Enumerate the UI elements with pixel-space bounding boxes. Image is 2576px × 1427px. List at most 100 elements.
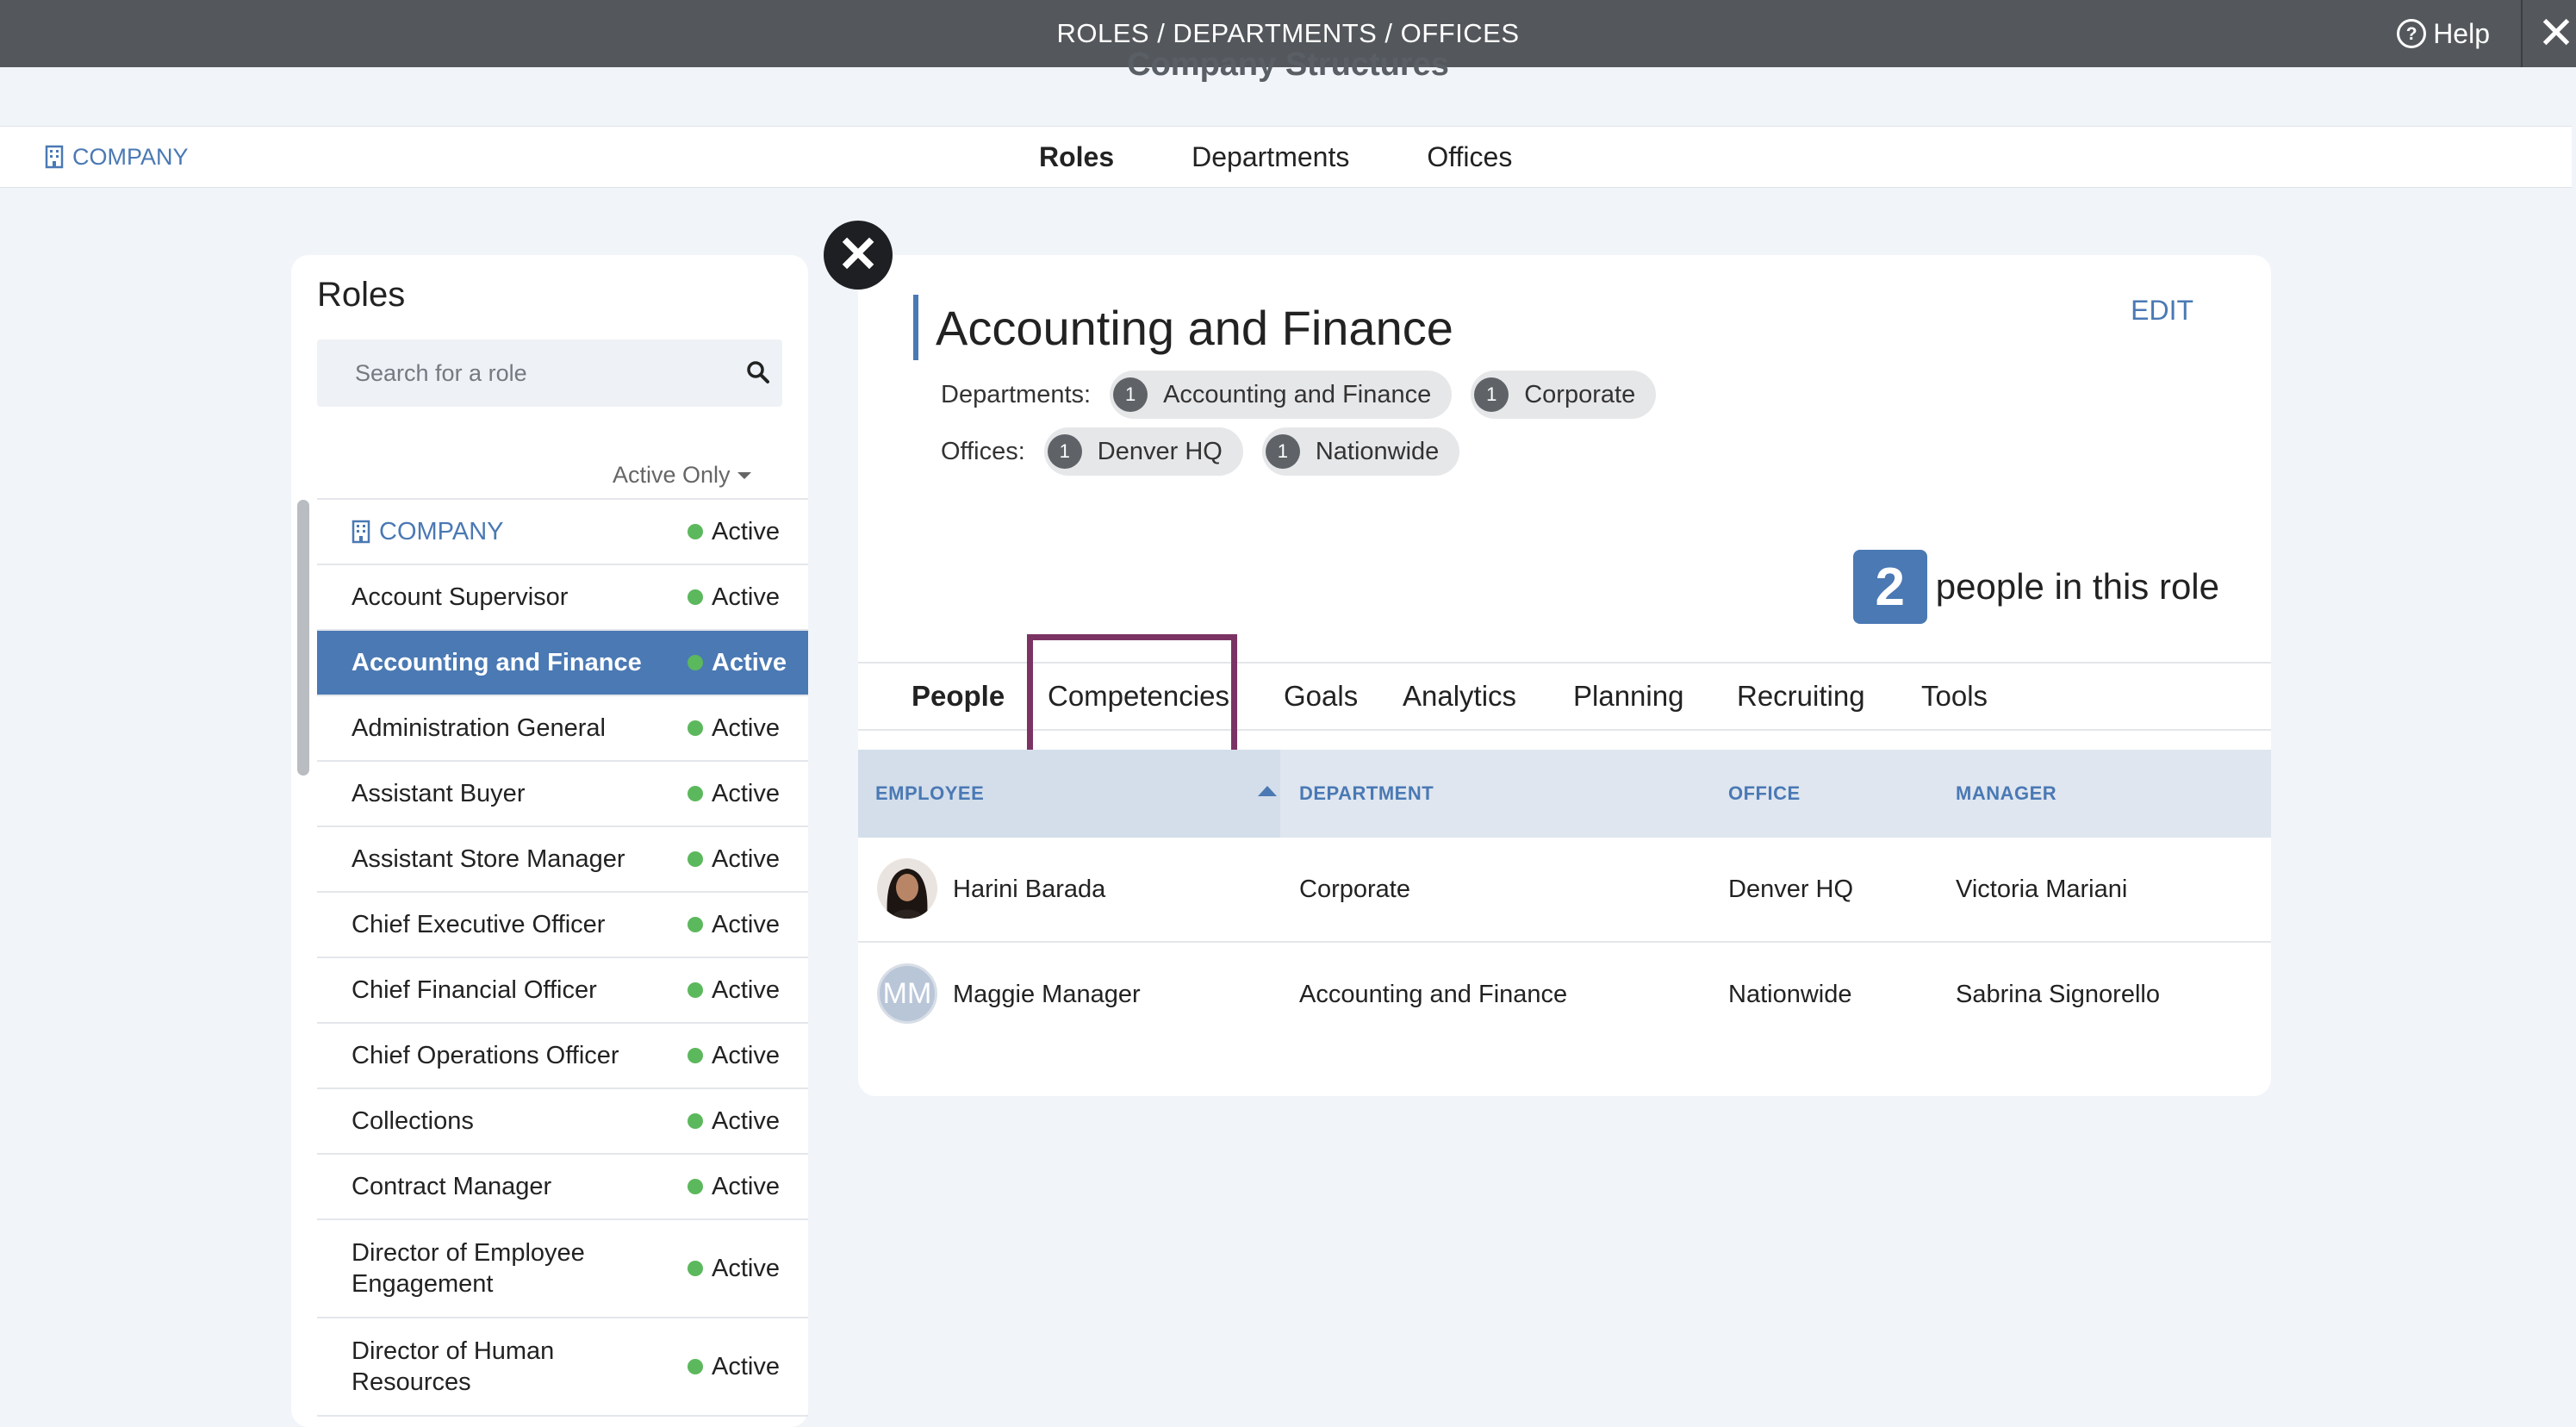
people-count-label: people in this role xyxy=(1935,566,2219,607)
pill-count: 1 xyxy=(1474,377,1509,412)
status-badge: Active xyxy=(688,714,780,743)
role-name: Account Supervisor xyxy=(352,583,569,611)
table-row[interactable]: Harini Barada Corporate Denver HQ Victor… xyxy=(858,838,2271,943)
role-detail-panel: Accounting and Finance EDIT Departments:… xyxy=(858,255,2271,1096)
column-header-manager[interactable]: MANAGER xyxy=(1956,750,2056,838)
caret-down-icon xyxy=(737,471,751,479)
column-header-office[interactable]: OFFICE xyxy=(1728,750,1801,838)
status-dot xyxy=(688,1359,703,1374)
status-dot xyxy=(688,1113,703,1129)
status-label: Active xyxy=(712,1352,780,1380)
status-dot xyxy=(688,1261,703,1276)
tab-tools[interactable]: Tools xyxy=(1921,664,1988,729)
status-label: Active xyxy=(712,910,780,938)
structure-tabs: Roles Departments Offices xyxy=(1039,127,1590,187)
role-item[interactable]: Director of Human Resources Active xyxy=(317,1318,808,1417)
role-item[interactable]: Assistant Buyer Active xyxy=(317,762,808,827)
role-name: Director of Employee Engagement xyxy=(352,1239,585,1298)
status-dot xyxy=(688,589,703,605)
building-icon xyxy=(45,145,64,169)
roles-panel-title: Roles xyxy=(317,276,406,314)
offices-label: Offices: xyxy=(941,437,1025,465)
role-item[interactable]: Account Supervisor Active xyxy=(317,565,808,631)
pill-count: 1 xyxy=(1265,434,1300,469)
edit-button[interactable]: EDIT xyxy=(2131,295,2193,327)
status-dot xyxy=(688,1048,703,1063)
status-dot xyxy=(688,720,703,736)
column-header-employee[interactable]: EMPLOYEE xyxy=(875,750,984,838)
pill-label: Denver HQ xyxy=(1097,437,1223,465)
role-search-input[interactable] xyxy=(317,340,760,407)
status-badge: Active xyxy=(688,1173,780,1201)
role-item[interactable]: Assistant Store Manager Active xyxy=(317,827,808,893)
role-item[interactable]: Contract Manager Active xyxy=(317,1155,808,1220)
role-name: Assistant Buyer xyxy=(352,780,526,807)
status-badge: Active xyxy=(688,1255,780,1283)
employee-department: Corporate xyxy=(1299,876,1410,903)
role-item-company[interactable]: COMPANY Active xyxy=(317,500,808,565)
employee-office: Denver HQ xyxy=(1728,876,1854,903)
status-dot xyxy=(688,524,703,539)
employee-name[interactable]: Harini Barada xyxy=(953,838,1105,941)
offices-row: Offices: 1 Denver HQ 1 Nationwide xyxy=(941,427,1460,476)
employee-department: Accounting and Finance xyxy=(1299,981,1568,1008)
status-label: Active xyxy=(712,975,780,1004)
tab-analytics[interactable]: Analytics xyxy=(1403,664,1516,729)
departments-label: Departments: xyxy=(941,380,1092,408)
tab-departments[interactable]: Departments xyxy=(1192,127,1349,187)
role-search xyxy=(317,340,782,407)
role-name: Chief Financial Officer xyxy=(352,976,597,1004)
status-label: Active xyxy=(712,517,780,545)
role-name: COMPANY xyxy=(352,516,662,547)
employee-manager: Sabrina Signorello xyxy=(1956,981,2160,1008)
role-item[interactable]: Collections Active xyxy=(317,1089,808,1155)
status-dot xyxy=(688,786,703,801)
role-item[interactable]: Chief Operations Officer Active xyxy=(317,1024,808,1089)
tab-goals[interactable]: Goals xyxy=(1284,664,1358,729)
tab-offices[interactable]: Offices xyxy=(1427,127,1512,187)
role-list-scrollbar[interactable] xyxy=(297,500,309,776)
role-detail-title: Accounting and Finance xyxy=(936,301,1453,355)
status-label: Active xyxy=(712,583,780,611)
status-label: Active xyxy=(712,1041,780,1069)
search-icon[interactable] xyxy=(746,360,770,384)
tab-recruiting[interactable]: Recruiting xyxy=(1737,664,1865,729)
company-link[interactable]: COMPANY xyxy=(45,127,189,187)
role-item[interactable]: Director of Employee Engagement Active xyxy=(317,1220,808,1318)
sub-navigation: COMPANY Roles Departments Offices xyxy=(0,126,2572,188)
close-detail-icon[interactable]: ✕ xyxy=(824,221,893,290)
roles-panel: Roles Active Only COMPANY Active Ac xyxy=(291,255,808,1427)
status-badge: Active xyxy=(688,1107,780,1136)
status-dot xyxy=(688,982,703,998)
active-filter-dropdown[interactable]: Active Only xyxy=(613,462,751,489)
role-item[interactable]: Chief Financial Officer Active xyxy=(317,958,808,1024)
tab-people[interactable]: People xyxy=(912,664,1005,729)
column-header-department[interactable]: DEPARTMENT xyxy=(1299,750,1434,838)
avatar-photo xyxy=(877,858,937,919)
active-filter-label: Active Only xyxy=(613,462,731,488)
status-label: Active xyxy=(712,648,787,676)
role-name: Administration General xyxy=(352,714,606,742)
department-pill[interactable]: 1 Corporate xyxy=(1471,371,1657,419)
status-label: Active xyxy=(712,844,780,873)
status-badge: Active xyxy=(688,1042,780,1070)
employee-name[interactable]: Maggie Manager xyxy=(953,943,1141,1046)
status-badge: Active xyxy=(688,1353,780,1381)
status-badge: Active xyxy=(688,976,780,1005)
detail-tabs: People Competencies Goals Analytics Plan… xyxy=(858,662,2271,731)
status-badge: Active xyxy=(688,845,780,874)
office-pill[interactable]: 1 Nationwide xyxy=(1261,427,1460,476)
role-name: Collections xyxy=(352,1107,474,1135)
department-pill[interactable]: 1 Accounting and Finance xyxy=(1110,371,1453,419)
sort-ascending-icon[interactable] xyxy=(1258,786,1277,796)
role-item[interactable]: Administration General Active xyxy=(317,696,808,762)
office-pill[interactable]: 1 Denver HQ xyxy=(1043,427,1243,476)
role-item[interactable]: Chief Executive Officer Active xyxy=(317,893,808,958)
role-item-selected[interactable]: Accounting and Finance Active xyxy=(317,631,808,696)
tab-competencies[interactable]: Competencies xyxy=(1048,664,1229,729)
tab-planning[interactable]: Planning xyxy=(1573,664,1683,729)
status-dot xyxy=(688,917,703,932)
table-row[interactable]: MM Maggie Manager Accounting and Finance… xyxy=(858,943,2271,1046)
tab-roles[interactable]: Roles xyxy=(1039,127,1114,187)
status-badge: Active xyxy=(688,518,780,546)
